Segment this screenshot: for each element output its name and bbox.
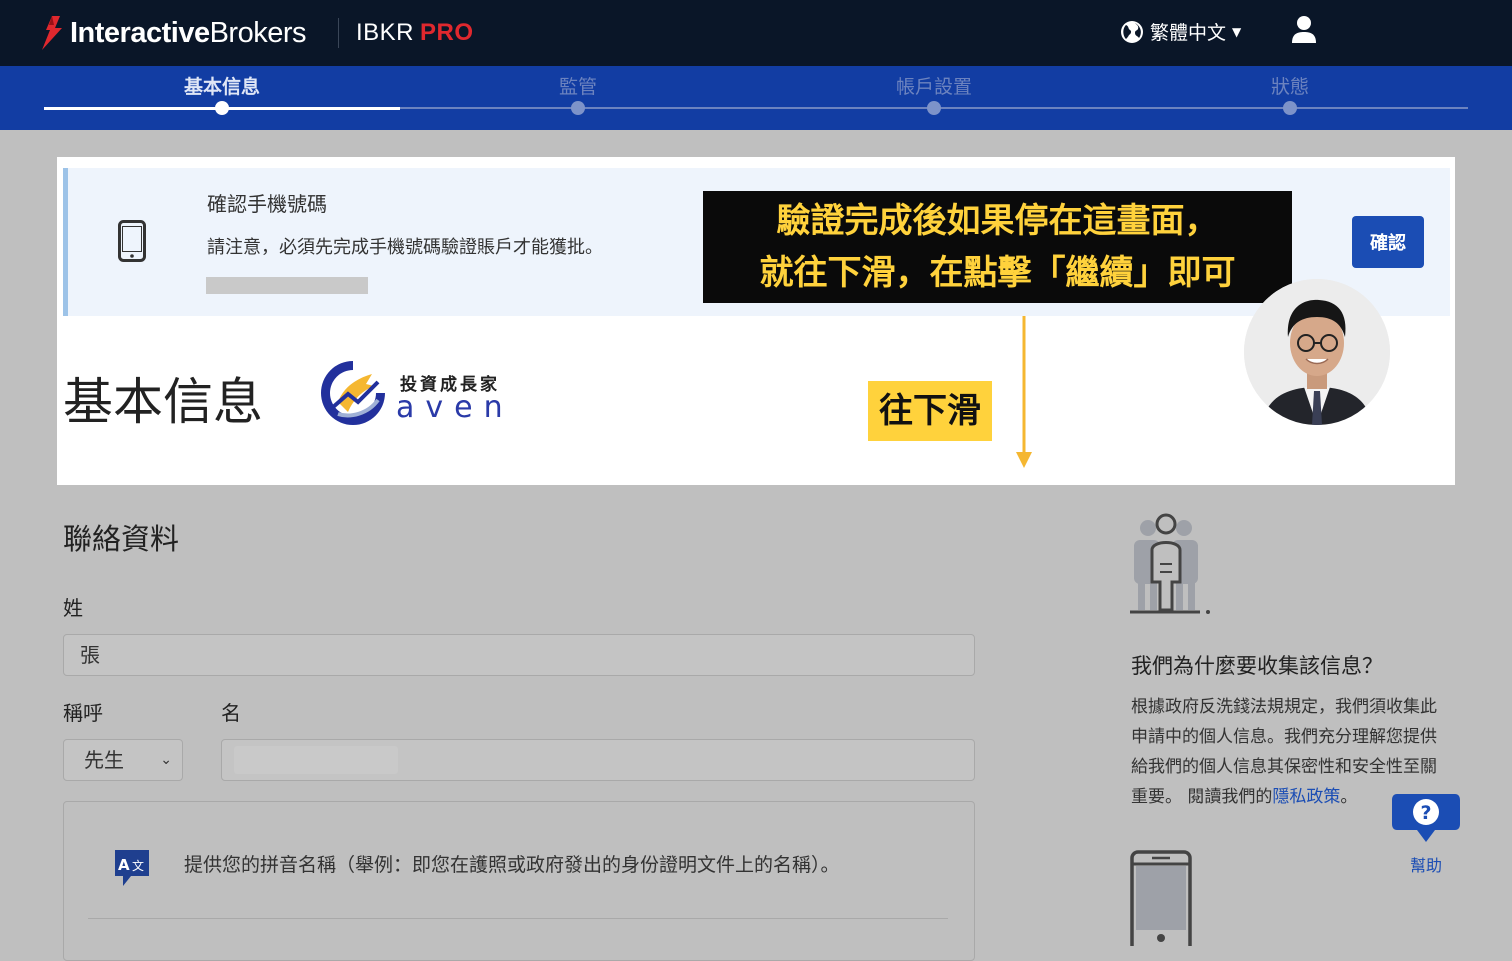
help-chat-icon: ? — [1392, 794, 1460, 842]
step-account-setup[interactable]: 帳戶設置 — [834, 72, 1034, 99]
translate-icon: A 文 — [115, 850, 149, 886]
user-icon — [1292, 16, 1316, 43]
salutation-label: 稱呼 — [63, 701, 103, 725]
mobile-phone-icon — [118, 220, 146, 262]
svg-text:A: A — [118, 856, 130, 874]
header-divider — [338, 18, 339, 48]
aven-logo-icon — [321, 361, 385, 425]
instruction-callout: 驗證完成後如果停在這畫面， 就往下滑，在點擊「繼續」即可 — [703, 191, 1292, 303]
step-status[interactable]: 狀態 — [1190, 72, 1390, 99]
callout-line-1: 驗證完成後如果停在這畫面， — [776, 201, 1219, 241]
surname-label: 姓 — [63, 596, 83, 620]
interactive-brokers-logo[interactable]: InteractiveBrokers — [40, 10, 307, 56]
chevron-down-icon: ▼ — [1232, 24, 1242, 39]
product-label: IBKR — [356, 19, 415, 46]
scroll-down-label: 往下滑 — [868, 381, 992, 441]
logo-text-normal: Brokers — [209, 16, 307, 49]
logo-text-bold: Interactive — [70, 16, 210, 49]
step-dot-status — [1283, 101, 1297, 115]
step-dot-account-setup — [927, 101, 941, 115]
language-label: 繁體中文 — [1150, 22, 1227, 44]
help-label: 幫助 — [1409, 856, 1442, 875]
page-title: 基本信息 — [63, 373, 263, 431]
step-dot-basic-info — [215, 101, 229, 115]
callout-line-2: 就往下滑，在點擊「繼續」即可 — [759, 253, 1236, 293]
presenter-avatar — [1244, 279, 1390, 425]
arrow-down-icon — [1016, 316, 1032, 468]
step-regulatory[interactable]: 監管 — [478, 72, 678, 99]
redacted-phone-number — [206, 277, 368, 294]
brand-flame-icon — [42, 16, 62, 50]
redacted-given-name — [234, 746, 398, 774]
salutation-select[interactable]: 先生 ⌄ — [63, 739, 183, 781]
why-collect-end: 。 — [1340, 787, 1358, 807]
surname-input[interactable]: 張 — [63, 634, 975, 676]
product-tier: PRO — [420, 19, 474, 46]
presenter-photo — [1244, 279, 1390, 425]
privacy-policy-link[interactable]: 隱私政策 — [1272, 787, 1340, 807]
product-name: IBKR PRO — [356, 19, 474, 47]
given-name-label: 名 — [221, 701, 241, 725]
brand-name: aven — [396, 390, 514, 425]
svg-text:文: 文 — [132, 858, 144, 873]
salutation-value: 先生 — [84, 748, 124, 772]
contact-section-heading: 聯絡資料 — [63, 522, 180, 556]
step-basic-info[interactable]: 基本信息 — [122, 72, 322, 99]
people-group-icon — [1130, 513, 1210, 614]
smartphone-icon — [1130, 850, 1192, 946]
notice-text: 請注意，必須先完成手機號碼驗證賬戶才能獲批。 — [207, 237, 603, 258]
language-selector[interactable]: 繁體中文 ▼ — [1120, 18, 1241, 45]
globe-icon — [1121, 20, 1143, 43]
pinyin-instruction: 提供您的拼音名稱（舉例：即您在護照或政府發出的身份證明文件上的名稱）。 — [184, 854, 840, 876]
svg-text:?: ? — [1420, 802, 1431, 824]
step-dot-regulatory — [571, 101, 585, 115]
pinyin-name-section — [63, 801, 975, 961]
user-account-button[interactable] — [1290, 15, 1318, 49]
why-collect-heading: 我們為什麼要收集該信息？ — [1131, 654, 1383, 678]
notice-title: 確認手機號碼 — [207, 192, 327, 216]
confirm-button[interactable]: 確認 — [1352, 216, 1424, 268]
section-divider — [88, 918, 948, 919]
help-button[interactable]: ? 幫助 — [1391, 792, 1461, 876]
chevron-down-icon: ⌄ — [160, 752, 172, 768]
